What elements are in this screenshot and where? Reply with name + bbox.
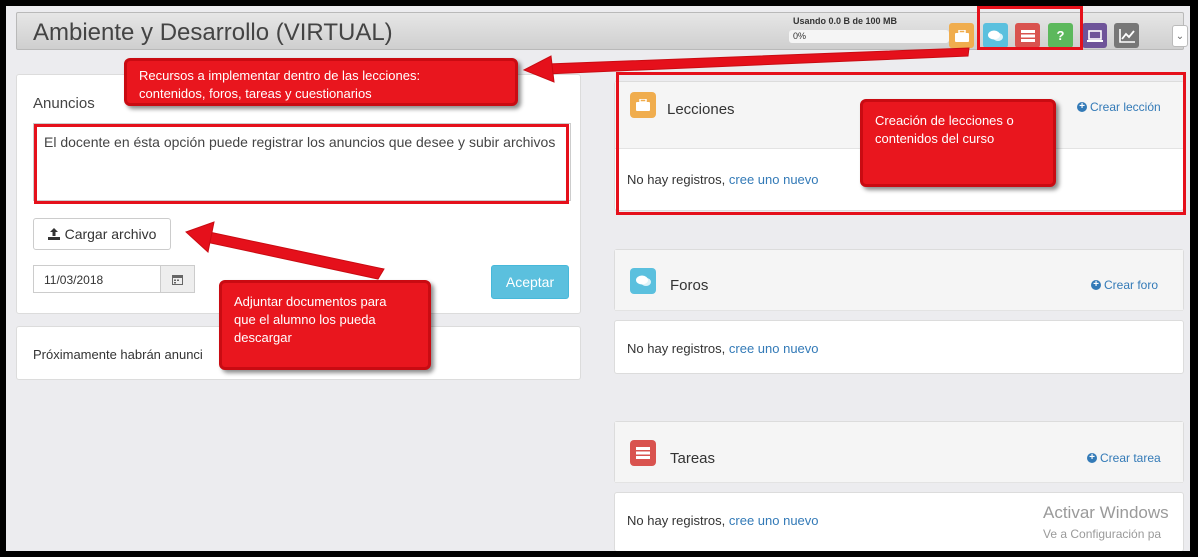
attach-callout-line2: que el alumno los pueda — [234, 312, 376, 327]
lessons-callout: Creación de lecciones o contenidos del c… — [860, 99, 1056, 187]
resources-callout-line1: Recursos a implementar dentro de las lec… — [139, 68, 421, 83]
app-window: Ambiente y Desarrollo (VIRTUAL) Usando 0… — [6, 6, 1190, 551]
arrow-to-upload-button — [185, 221, 385, 280]
arrow-to-toolbar — [522, 47, 970, 83]
lessons-callout-line1: Creación de lecciones o — [875, 113, 1014, 128]
lessons-callout-line2: contenidos del curso — [875, 131, 995, 146]
attach-callout-line1: Adjuntar documentos para — [234, 294, 387, 309]
resources-callout: Recursos a implementar dentro de las lec… — [124, 58, 518, 106]
attach-callout-line3: descargar — [234, 330, 292, 345]
resources-callout-line2: contenidos, foros, tareas y cuestionario… — [139, 86, 372, 101]
attach-callout: Adjuntar documentos para que el alumno l… — [219, 280, 431, 370]
